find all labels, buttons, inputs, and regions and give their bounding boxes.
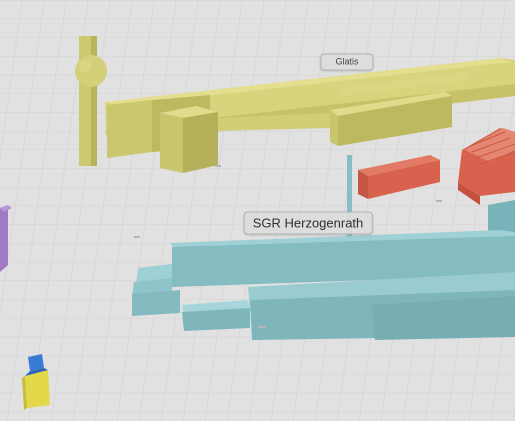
scene-canvas[interactable] bbox=[0, 0, 515, 421]
map-viewport-3d[interactable]: Glatis SGR Herzogenrath bbox=[0, 0, 515, 421]
map-label-sgr-herzogenrath[interactable]: SGR Herzogenrath bbox=[243, 211, 373, 235]
map-label-glatis[interactable]: Glatis bbox=[320, 53, 374, 71]
